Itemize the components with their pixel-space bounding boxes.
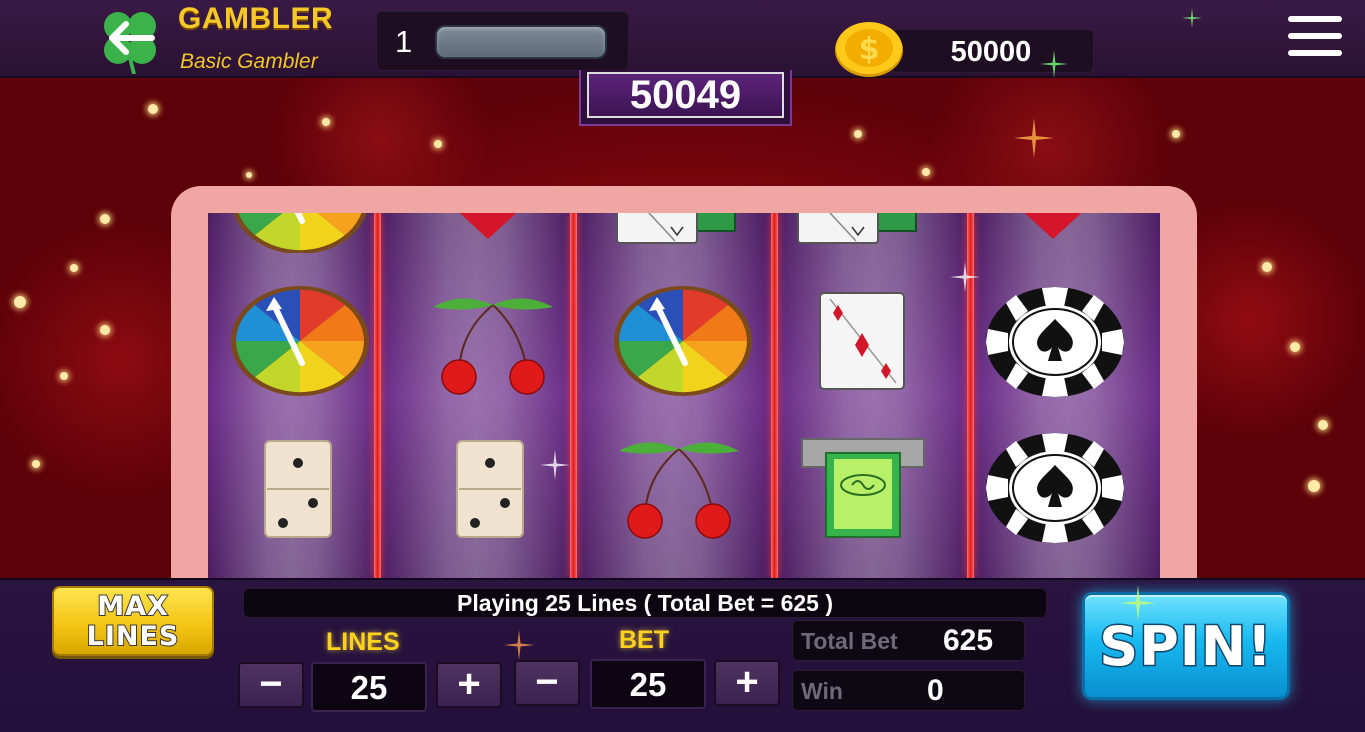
sparkle-icon xyxy=(1120,585,1156,621)
reel-2 xyxy=(381,213,571,578)
bokeh-light xyxy=(246,172,252,178)
card-icon xyxy=(616,213,736,244)
wheel-icon xyxy=(230,285,370,397)
bokeh-light xyxy=(854,130,862,138)
clover-back-icon xyxy=(104,12,156,74)
lines-decrease-button[interactable]: − xyxy=(238,662,304,708)
level-display: 1 xyxy=(376,11,629,71)
domino-icon xyxy=(456,440,524,538)
level-number: 1 xyxy=(395,24,413,59)
bet-value: 25 xyxy=(590,659,706,709)
win-box: Win 0 xyxy=(792,670,1025,711)
heart-icon xyxy=(459,213,517,239)
hamburger-menu-icon[interactable] xyxy=(1288,16,1346,62)
svg-text:$: $ xyxy=(859,32,880,67)
max-lines-label-top: MAX xyxy=(96,591,169,623)
poker-chip-icon xyxy=(985,432,1125,544)
coin-icon: $ xyxy=(834,20,904,78)
win-value: 0 xyxy=(927,674,944,707)
card-icon xyxy=(797,213,917,244)
reel-4 xyxy=(778,213,968,578)
cherries-icon xyxy=(618,441,740,539)
reel-separator xyxy=(374,213,381,578)
lines-label: LINES xyxy=(326,628,400,656)
bokeh-light xyxy=(1262,262,1272,272)
cash-machine-icon xyxy=(801,438,925,538)
total-bet-label: Total Bet xyxy=(801,628,898,654)
reels-area xyxy=(208,213,1160,578)
sparkle-icon xyxy=(1182,8,1202,28)
poker-chip-icon xyxy=(985,286,1125,398)
playing-card-icon xyxy=(819,292,905,390)
xp-progress-bar xyxy=(435,25,607,59)
jackpot-value: 50049 xyxy=(587,72,784,118)
bokeh-light xyxy=(1308,480,1320,492)
bokeh-light xyxy=(322,118,330,126)
bokeh-light xyxy=(14,296,26,308)
bokeh-light xyxy=(1318,420,1328,430)
bet-label: BET xyxy=(619,626,669,654)
wheel-icon xyxy=(613,285,753,397)
sparkle-icon xyxy=(1040,50,1068,78)
spin-button[interactable]: SPIN! xyxy=(1082,592,1290,700)
bokeh-light xyxy=(100,325,110,335)
bokeh-light xyxy=(1290,342,1300,352)
reel-3 xyxy=(577,213,767,578)
jackpot-display: 50049 xyxy=(579,70,792,126)
spin-button-label: SPIN! xyxy=(1098,614,1273,680)
cherries-icon xyxy=(432,297,554,395)
sparkle-icon xyxy=(950,262,980,292)
bokeh-light xyxy=(32,460,40,468)
total-bet-box: Total Bet 625 xyxy=(792,620,1025,661)
bokeh-light xyxy=(60,372,68,380)
bokeh-light xyxy=(148,104,158,114)
bokeh-light xyxy=(70,264,78,272)
reel-5 xyxy=(974,213,1160,578)
reel-separator xyxy=(570,213,577,578)
heart-icon xyxy=(1024,213,1082,239)
sparkle-icon xyxy=(504,630,534,660)
bokeh-light xyxy=(1172,130,1180,138)
status-message: Playing 25 Lines ( Total Bet = 625 ) xyxy=(243,588,1047,618)
lines-value: 25 xyxy=(311,662,427,712)
sparkle-icon xyxy=(1014,118,1054,158)
lines-increase-button[interactable]: + xyxy=(436,662,502,708)
wheel-icon xyxy=(230,213,370,253)
sparkle-icon xyxy=(540,450,570,480)
bokeh-light xyxy=(434,140,442,148)
player-rank: Basic Gambler xyxy=(180,50,318,73)
bet-decrease-button[interactable]: − xyxy=(514,660,580,706)
bet-increase-button[interactable]: + xyxy=(714,660,780,706)
domino-icon xyxy=(264,440,332,538)
brand-title: GAMBLER xyxy=(178,2,334,35)
total-bet-value: 625 xyxy=(943,624,994,657)
win-label: Win xyxy=(801,678,843,704)
max-lines-button[interactable]: MAX LINES xyxy=(52,586,214,656)
reel-1 xyxy=(208,213,376,578)
max-lines-label-bottom: LINES xyxy=(86,621,180,653)
back-button[interactable] xyxy=(94,4,166,76)
bokeh-light xyxy=(922,168,930,176)
bokeh-light xyxy=(100,214,110,224)
reel-separator xyxy=(771,213,778,578)
